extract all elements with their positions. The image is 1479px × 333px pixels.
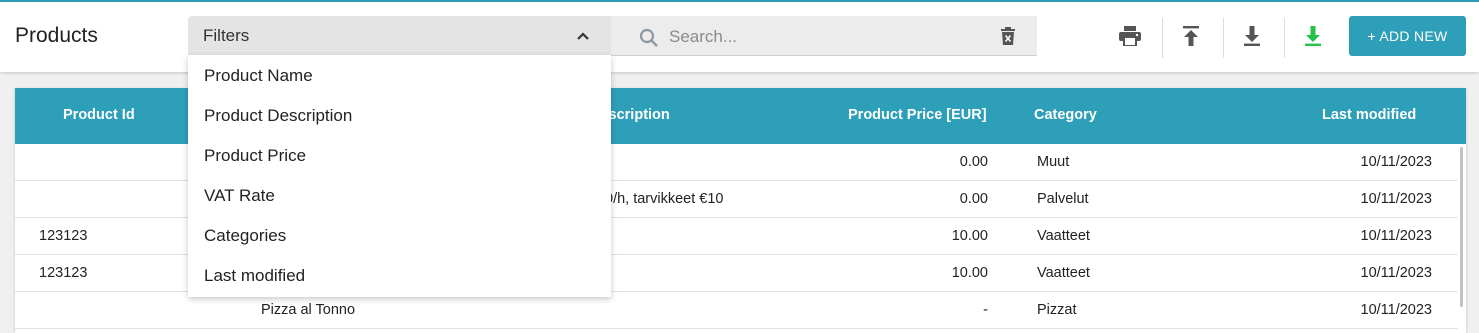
table-scrollbar[interactable]: [1460, 147, 1463, 307]
column-header-last-modified[interactable]: Last modified: [1322, 107, 1416, 123]
filter-option-product-description[interactable]: Product Description: [204, 106, 352, 126]
printer-icon: [1119, 26, 1141, 46]
filter-option-vat-rate[interactable]: VAT Rate: [204, 186, 275, 206]
cell-price: 10.00: [951, 228, 988, 244]
table-row[interactable]: Pizza al Tonno - Pizzat 10/11/2023: [15, 292, 1458, 329]
filters-menu: Product Name Product Description Product…: [188, 55, 611, 297]
add-new-button[interactable]: + ADD NEW: [1349, 16, 1466, 56]
toolbar-divider: [1223, 18, 1224, 58]
filter-option-product-price[interactable]: Product Price: [204, 146, 306, 166]
page-title: Products: [15, 24, 98, 47]
cell-category: Palvelut: [1037, 191, 1089, 207]
filter-option-product-name[interactable]: Product Name: [204, 66, 313, 86]
search-box: [611, 16, 1037, 56]
cell-product-id: 123123: [39, 265, 88, 281]
cell-price: 0.00: [959, 154, 988, 170]
search-icon: [639, 28, 658, 47]
chevron-up-icon: [577, 32, 589, 40]
filters-label: Filters: [203, 26, 250, 45]
cell-last-modified: 10/11/2023: [1360, 265, 1433, 281]
download-icon: [1244, 26, 1260, 46]
cell-last-modified: 10/11/2023: [1360, 191, 1433, 207]
cell-price: 0.00: [959, 191, 988, 207]
cell-category: Pizzat: [1037, 302, 1077, 318]
column-header-category[interactable]: Category: [1034, 107, 1097, 123]
cell-category: Muut: [1037, 154, 1070, 170]
cell-product-id: 123123: [39, 228, 88, 244]
search-input[interactable]: [669, 24, 989, 50]
download-button[interactable]: [1230, 14, 1274, 58]
cell-last-modified: 10/11/2023: [1360, 154, 1433, 170]
cell-description: 0/h, tarvikkeet €10: [605, 191, 724, 207]
filters-dropdown[interactable]: Filters: [188, 16, 611, 56]
trash-icon[interactable]: [1000, 27, 1016, 45]
cell-price: -: [983, 302, 988, 318]
cell-last-modified: 10/11/2023: [1360, 302, 1433, 318]
toolbar-divider: [1284, 18, 1285, 58]
filter-option-categories[interactable]: Categories: [204, 226, 286, 246]
upload-button[interactable]: [1169, 14, 1213, 58]
cell-price: 10.00: [951, 265, 988, 281]
cell-last-modified: 10/11/2023: [1360, 228, 1433, 244]
toolbar-divider: [1162, 18, 1163, 58]
cell-product-name: Pizza al Tonno: [261, 302, 356, 318]
download-green-icon: [1305, 26, 1321, 46]
download-all-button[interactable]: [1291, 14, 1335, 58]
filter-option-last-modified[interactable]: Last modified: [204, 266, 305, 286]
cell-category: Vaatteet: [1037, 265, 1090, 281]
upload-icon: [1183, 26, 1199, 46]
cell-category: Vaatteet: [1037, 228, 1090, 244]
column-header-product-id[interactable]: Product Id: [63, 107, 135, 123]
print-button[interactable]: [1108, 14, 1152, 58]
column-header-product-price[interactable]: Product Price [EUR]: [848, 107, 987, 123]
